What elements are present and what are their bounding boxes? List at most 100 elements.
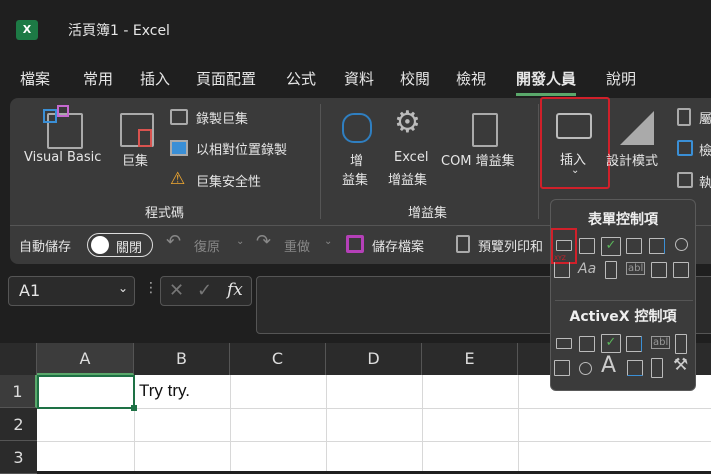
- tab-formulas[interactable]: 公式: [286, 68, 316, 89]
- redo-icon[interactable]: ↷: [256, 231, 271, 252]
- select-all-button[interactable]: [0, 343, 37, 375]
- tab-review[interactable]: 校閱: [400, 68, 430, 89]
- tab-page-layout[interactable]: 頁面配置: [196, 68, 256, 89]
- chevron-down-icon[interactable]: ⌄: [118, 281, 128, 295]
- name-box[interactable]: A1 ⌄: [8, 276, 135, 306]
- enter-icon[interactable]: ✓: [197, 280, 212, 301]
- text-box-activex[interactable]: abl: [651, 336, 671, 349]
- row-header-1[interactable]: 1: [0, 375, 37, 408]
- tab-file[interactable]: 檔案: [20, 68, 50, 89]
- insert-function-button[interactable]: fx: [227, 280, 243, 300]
- combo-box-activex[interactable]: [579, 336, 595, 352]
- insert-controls-dropdown: 表單控制項 XYZ ✓ Aa abl ActiveX 控制項 ✓ abl A ⚒: [550, 199, 696, 391]
- undo-icon[interactable]: ↶: [166, 231, 181, 252]
- redo-button[interactable]: 重做: [284, 236, 310, 255]
- print-preview-icon[interactable]: [456, 235, 470, 253]
- macros-icon: [120, 113, 154, 147]
- column-line: [422, 375, 423, 471]
- window-title: 活頁簿1 - Excel: [68, 23, 170, 39]
- excel-addins-button[interactable]: ⚙ Excel 增益集: [388, 105, 436, 188]
- column-line: [518, 375, 519, 471]
- button-form-control[interactable]: [556, 240, 572, 251]
- toggle-button-activex[interactable]: [651, 358, 663, 378]
- autosave-toggle[interactable]: 關閉: [87, 233, 153, 257]
- redo-dropdown-icon[interactable]: ⌄: [324, 236, 332, 247]
- group-divider: [320, 104, 321, 219]
- tab-data[interactable]: 資料: [344, 68, 374, 89]
- formula-buttons: ✕ ✓ fx: [160, 276, 252, 306]
- tab-insert[interactable]: 插入: [140, 68, 170, 89]
- command-button-activex[interactable]: [556, 338, 572, 349]
- group-box-form-control[interactable]: [554, 262, 570, 278]
- tab-help[interactable]: 說明: [606, 68, 636, 89]
- addins-button[interactable]: 增 益集: [338, 105, 378, 188]
- excel-addins-label-2: 增益集: [388, 173, 428, 188]
- scroll-bar-form-control[interactable]: [605, 261, 617, 279]
- more-options-icon[interactable]: ⋮: [144, 280, 158, 296]
- print-preview-button[interactable]: 預覽列印和: [478, 236, 543, 255]
- column-header-e[interactable]: E: [422, 343, 518, 375]
- scroll-bar-activex[interactable]: [675, 334, 687, 354]
- label-activex[interactable]: A: [601, 353, 616, 378]
- com-addins-label: COM 增益集: [441, 154, 515, 169]
- group-label-addins: 增益集: [408, 206, 448, 221]
- chevron-down-icon: ⌄: [571, 165, 580, 176]
- undo-button[interactable]: 復原: [194, 236, 220, 255]
- row-header-3[interactable]: 3: [0, 441, 37, 474]
- image-activex[interactable]: [627, 360, 643, 376]
- fill-handle[interactable]: [131, 405, 137, 411]
- macros-button[interactable]: 巨集: [118, 105, 158, 177]
- insert-controls-button[interactable]: 插入 ⌄: [540, 97, 610, 189]
- autosave-label: 自動儲存: [19, 240, 72, 255]
- column-line: [326, 375, 327, 471]
- row-line: [37, 408, 711, 409]
- design-mode-button[interactable]: 設計模式: [606, 105, 666, 175]
- checkbox-activex[interactable]: ✓: [601, 334, 621, 353]
- activex-controls-heading: ActiveX 控制項: [569, 309, 677, 325]
- row-line: [37, 441, 711, 442]
- properties-icon: [677, 108, 691, 126]
- com-addins-button[interactable]: COM 增益集: [440, 105, 530, 175]
- visual-basic-button[interactable]: Visual Basic: [24, 105, 110, 177]
- tab-view[interactable]: 檢視: [456, 68, 486, 89]
- gear-icon: ⚙: [394, 105, 421, 140]
- list-box-form-control[interactable]: [649, 238, 665, 254]
- option-button-form-control[interactable]: [675, 238, 688, 251]
- save-button[interactable]: 儲存檔案: [372, 236, 424, 255]
- toggle-state: 關閉: [116, 241, 143, 256]
- checkbox-form-control[interactable]: ✓: [601, 237, 621, 256]
- undo-dropdown-icon[interactable]: ⌄: [236, 236, 244, 247]
- column-header-c[interactable]: C: [230, 343, 326, 375]
- record-icon: [170, 109, 188, 125]
- combo-dropdown-edit-form-control[interactable]: [673, 262, 689, 278]
- column-header-b[interactable]: B: [134, 343, 230, 375]
- combo-box-form-control[interactable]: [579, 238, 595, 254]
- edit-box-form-control[interactable]: abl: [626, 262, 646, 275]
- run-dialog-label: 執: [699, 176, 711, 191]
- combo-list-edit-form-control[interactable]: [651, 262, 667, 278]
- group-divider: [538, 104, 539, 219]
- relative-reference-label: 以相對位置錄製: [196, 143, 288, 158]
- addins-label-2: 益集: [342, 173, 369, 188]
- spin-button-activex[interactable]: [554, 360, 570, 376]
- cancel-icon[interactable]: ✕: [169, 280, 184, 301]
- row-header-2[interactable]: 2: [0, 408, 37, 441]
- run-dialog-icon: [677, 172, 693, 188]
- visual-basic-icon: [43, 105, 83, 149]
- record-macro-label: 錄製巨集: [196, 112, 249, 127]
- list-box-activex[interactable]: [626, 336, 642, 352]
- cell-b1[interactable]: Try try.: [139, 381, 190, 401]
- tab-home[interactable]: 常用: [83, 68, 113, 89]
- dropdown-divider: [555, 300, 693, 301]
- column-header-a[interactable]: A: [37, 343, 134, 375]
- more-controls-icon[interactable]: ⚒: [673, 355, 688, 375]
- save-icon[interactable]: [346, 235, 364, 253]
- spin-button-form-control[interactable]: [626, 238, 642, 254]
- active-cell-a1[interactable]: [37, 375, 135, 409]
- column-header-d[interactable]: D: [326, 343, 422, 375]
- addins-label-1: 增: [350, 154, 364, 169]
- option-button-activex[interactable]: [579, 362, 592, 375]
- tab-developer[interactable]: 開發人員: [516, 68, 577, 96]
- design-mode-label: 設計模式: [606, 154, 659, 169]
- label-form-control[interactable]: Aa: [578, 261, 596, 277]
